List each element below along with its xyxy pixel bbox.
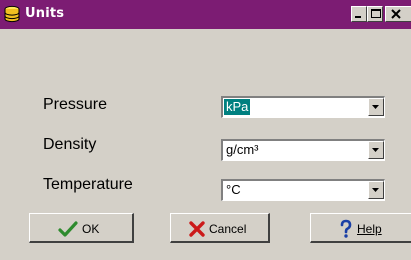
close-button[interactable] [385, 6, 411, 22]
cancel-button[interactable]: Cancel [170, 213, 270, 243]
ok-label: OK [82, 222, 100, 236]
cancel-label: Cancel [209, 222, 247, 236]
pressure-dropdown-button[interactable] [368, 98, 384, 116]
chevron-down-icon [372, 148, 379, 152]
close-icon [391, 9, 401, 19]
checkmark-icon [58, 221, 78, 237]
density-value: g/cm³ [226, 142, 259, 157]
window-title: Units [25, 6, 65, 21]
temperature-label: Temperature [43, 176, 133, 193]
density-select[interactable]: g/cm³ [221, 139, 385, 161]
temperature-dropdown-button[interactable] [368, 181, 384, 199]
x-icon [189, 221, 205, 237]
pressure-select[interactable]: kPa [221, 96, 385, 118]
title-bar[interactable]: Units [0, 0, 411, 29]
minimize-button[interactable] [351, 6, 367, 22]
chevron-down-icon [372, 105, 379, 109]
temperature-select[interactable]: °C [221, 179, 385, 201]
minimize-icon [355, 16, 361, 18]
temperature-value: °C [226, 182, 241, 197]
question-icon [340, 219, 352, 238]
density-label: Density [43, 136, 97, 153]
pressure-value: kPa [224, 99, 251, 115]
maximize-button[interactable] [367, 6, 383, 22]
maximize-icon [371, 9, 381, 18]
pressure-label: Pressure [43, 96, 108, 113]
chevron-down-icon [372, 188, 379, 192]
database-icon [4, 5, 20, 23]
help-label: Help [357, 222, 382, 236]
density-dropdown-button[interactable] [368, 141, 384, 159]
ok-button[interactable]: OK [29, 213, 134, 243]
units-dialog: Units Pressure kPa Density g/cm³ Tempera… [0, 0, 411, 260]
help-button[interactable]: Help [310, 213, 411, 243]
